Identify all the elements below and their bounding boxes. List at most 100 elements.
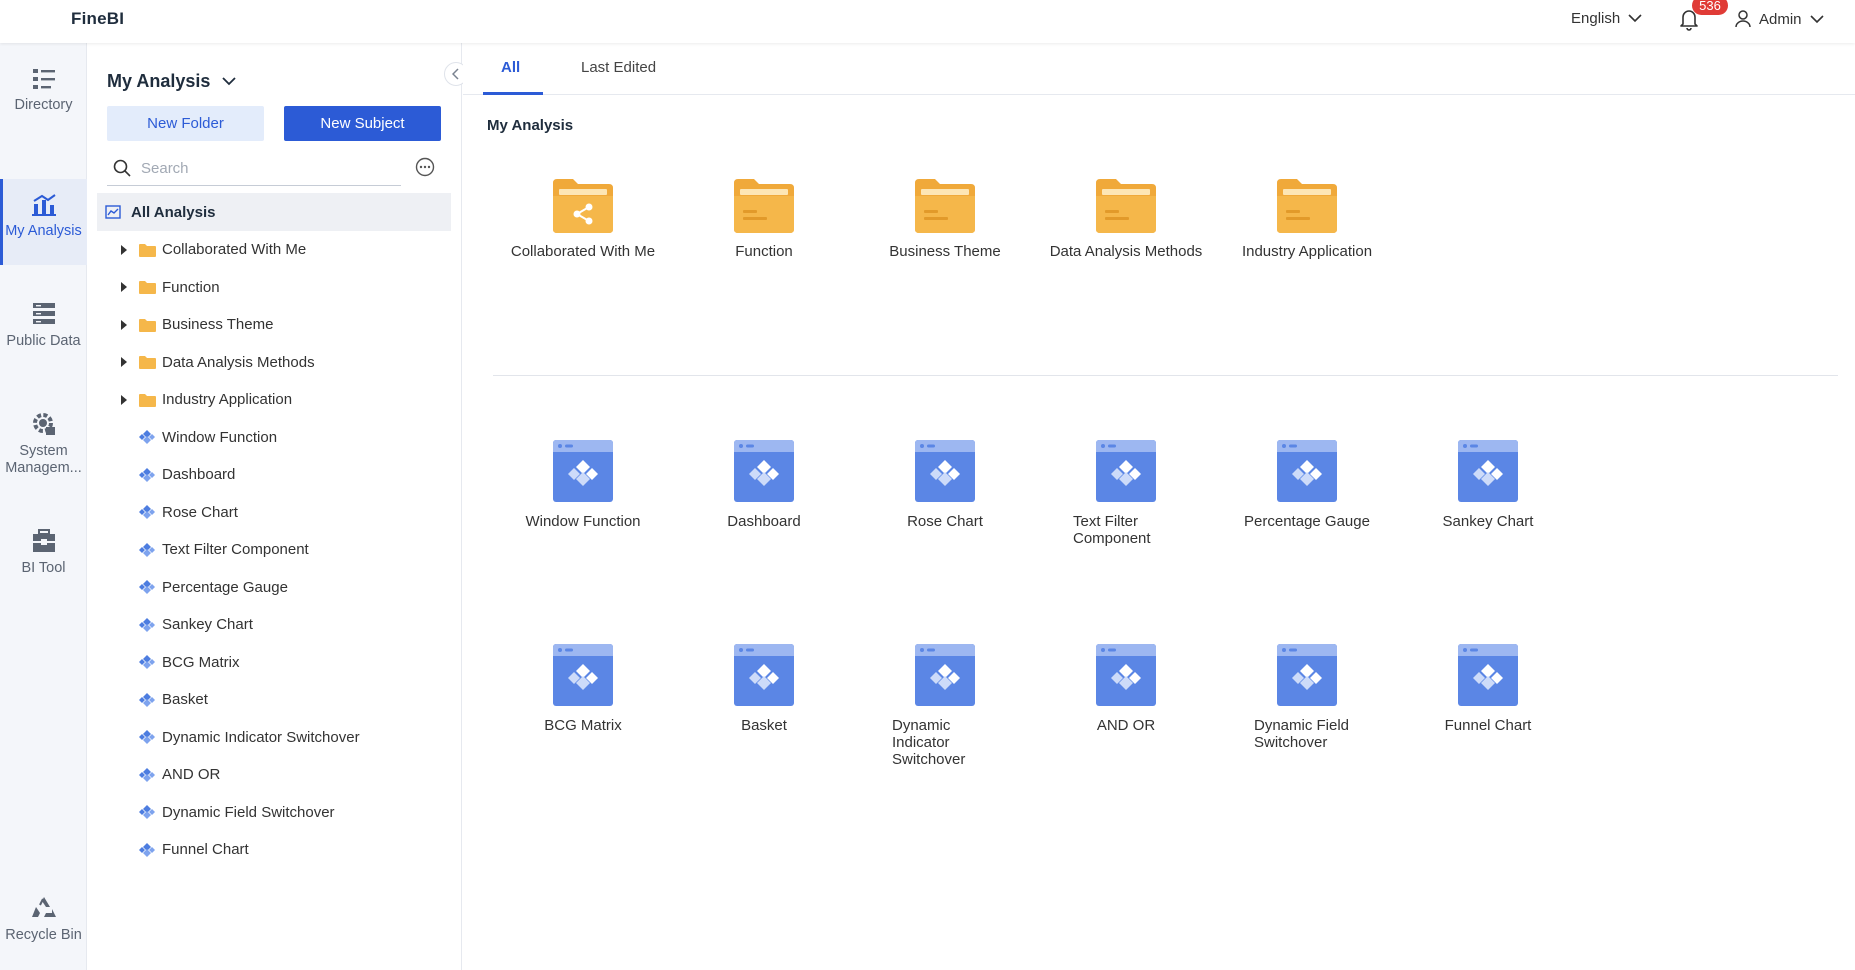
tree-subject-and-or[interactable]: AND OR — [97, 756, 451, 794]
dashboard-icon — [1458, 644, 1518, 706]
tree-folder-data-analysis-methods[interactable]: Data Analysis Methods — [97, 344, 451, 382]
subject-tile-dynamic-indicator-switchover[interactable]: Dynamic Indicator Switchover — [850, 644, 1040, 768]
tile-label: Dashboard — [727, 513, 801, 530]
tree-subject-dynamic-field-switchover[interactable]: Dynamic Field Switchover — [97, 794, 451, 832]
tree-subject-dynamic-indicator-switchover[interactable]: Dynamic Indicator Switchover — [97, 719, 451, 757]
tab-last-edited[interactable]: Last Edited — [581, 59, 656, 76]
tree-subject-dashboard[interactable]: Dashboard — [97, 456, 451, 494]
user-name: Admin — [1759, 10, 1802, 28]
panel-title-dropdown[interactable]: My Analysis — [107, 71, 237, 92]
dashboard-icon — [734, 440, 794, 502]
tree-label: Data Analysis Methods — [162, 353, 315, 371]
breadcrumb: My Analysis — [487, 117, 574, 134]
nav-item-system-management[interactable]: System Managem... — [0, 411, 87, 521]
folder-icon — [915, 179, 975, 233]
nav-label: Public Data — [6, 333, 81, 349]
subject-tile-bcg-matrix[interactable]: BCG Matrix — [488, 644, 678, 734]
nav-item-bi-tool[interactable]: BI Tool — [0, 528, 87, 608]
shared-folder-icon — [553, 179, 613, 233]
tile-label: Business Theme — [889, 243, 1001, 260]
subject-tile-rose-chart[interactable]: Rose Chart — [850, 440, 1040, 530]
nav-item-public-data[interactable]: Public Data — [0, 301, 87, 381]
caret-right-icon[interactable] — [120, 319, 128, 330]
folder-tile-collaborated-with-me[interactable]: Collaborated With Me — [488, 179, 678, 260]
folder-tile-industry-application[interactable]: Industry Application — [1212, 179, 1402, 260]
chevron-down-icon — [1628, 14, 1642, 23]
folder-icon — [139, 393, 156, 407]
tab-bar: All Last Edited — [463, 43, 1855, 95]
caret-right-icon[interactable] — [120, 394, 128, 405]
subject-tile-dynamic-field-switchover[interactable]: Dynamic Field Switchover — [1212, 644, 1402, 751]
more-options-icon[interactable] — [415, 157, 435, 177]
subject-icon — [139, 730, 155, 745]
folder-tile-data-analysis-methods[interactable]: Data Analysis Methods — [1031, 179, 1221, 260]
folder-icon — [139, 356, 156, 370]
tab-all[interactable]: All — [501, 59, 520, 76]
nav-label: Recycle Bin — [5, 927, 82, 943]
language-selector[interactable]: English — [1571, 10, 1642, 27]
tile-label: Basket — [741, 717, 787, 734]
dashboard-icon — [1458, 440, 1518, 502]
user-menu[interactable]: Admin — [1735, 10, 1824, 28]
folder-tile-function[interactable]: Function — [669, 179, 859, 260]
tree-label: BCG Matrix — [162, 653, 240, 671]
subject-tile-and-or[interactable]: AND OR — [1031, 644, 1221, 734]
search-icon — [113, 159, 131, 177]
caret-right-icon[interactable] — [120, 244, 128, 255]
dashboard-icon — [734, 644, 794, 706]
tree-subject-basket[interactable]: Basket — [97, 681, 451, 719]
subject-tile-sankey-chart[interactable]: Sankey Chart — [1393, 440, 1583, 530]
tree-folder-function[interactable]: Function — [97, 269, 451, 307]
subject-tile-window-function[interactable]: Window Function — [488, 440, 678, 530]
recycle-icon — [31, 897, 56, 917]
caret-right-icon[interactable] — [120, 357, 128, 368]
subject-tile-dashboard[interactable]: Dashboard — [669, 440, 859, 530]
section-divider — [493, 375, 1838, 376]
notification-badge: 536 — [1692, 0, 1728, 15]
app-logo: FineBI — [71, 9, 125, 28]
tree-folder-business-theme[interactable]: Business Theme — [97, 306, 451, 344]
nav-item-my-analysis[interactable]: My Analysis — [0, 179, 87, 265]
tree-label: Business Theme — [162, 316, 274, 334]
tree-folder-collaborated-with-me[interactable]: Collaborated With Me — [97, 231, 451, 269]
subject-tile-basket[interactable]: Basket — [669, 644, 859, 734]
subject-icon — [139, 430, 155, 445]
subject-tile-percentage-gauge[interactable]: Percentage Gauge — [1212, 440, 1402, 530]
subject-icon — [139, 655, 155, 670]
dashboard-icon — [1096, 644, 1156, 706]
tree-label: Dynamic Field Switchover — [162, 803, 335, 821]
caret-right-icon[interactable] — [120, 282, 128, 293]
nav-label: My Analysis — [5, 223, 82, 239]
tile-label: Window Function — [525, 513, 641, 530]
tree-root-all-analysis[interactable]: All Analysis — [97, 193, 451, 231]
tile-label: Function — [735, 243, 793, 260]
subject-tile-text-filter-component[interactable]: Text Filter Component — [1031, 440, 1221, 547]
directory-icon — [32, 69, 55, 89]
folder-icon — [734, 179, 794, 233]
new-folder-button[interactable]: New Folder — [107, 106, 264, 141]
new-subject-button[interactable]: New Subject — [284, 106, 441, 141]
dashboard-icon — [915, 440, 975, 502]
tree-subject-funnel-chart[interactable]: Funnel Chart — [97, 831, 451, 869]
tree-subject-percentage-gauge[interactable]: Percentage Gauge — [97, 569, 451, 607]
dashboard-icon — [915, 644, 975, 706]
search-input[interactable] — [141, 159, 391, 177]
tile-label: Dynamic Field Switchover — [1254, 717, 1350, 751]
subject-tile-funnel-chart[interactable]: Funnel Chart — [1393, 644, 1583, 734]
tree-subject-window-function[interactable]: Window Function — [97, 419, 451, 457]
subject-icon — [139, 467, 155, 482]
tree-subject-text-filter-component[interactable]: Text Filter Component — [97, 531, 451, 569]
folder-icon — [1096, 179, 1156, 233]
tree-subject-sankey-chart[interactable]: Sankey Chart — [97, 606, 451, 644]
subject-icon — [139, 842, 155, 857]
nav-item-recycle-bin[interactable]: Recycle Bin — [0, 895, 87, 965]
tree-subject-bcg-matrix[interactable]: BCG Matrix — [97, 644, 451, 682]
tree-folder-industry-application[interactable]: Industry Application — [97, 381, 451, 419]
tile-label: Dynamic Indicator Switchover — [892, 717, 966, 768]
folder-tile-business-theme[interactable]: Business Theme — [850, 179, 1040, 260]
tree-label: Dynamic Indicator Switchover — [162, 728, 360, 746]
nav-item-directory[interactable]: Directory — [0, 67, 87, 147]
analysis-icon — [105, 204, 121, 219]
tree-subject-rose-chart[interactable]: Rose Chart — [97, 494, 451, 532]
subject-icon — [139, 580, 155, 595]
